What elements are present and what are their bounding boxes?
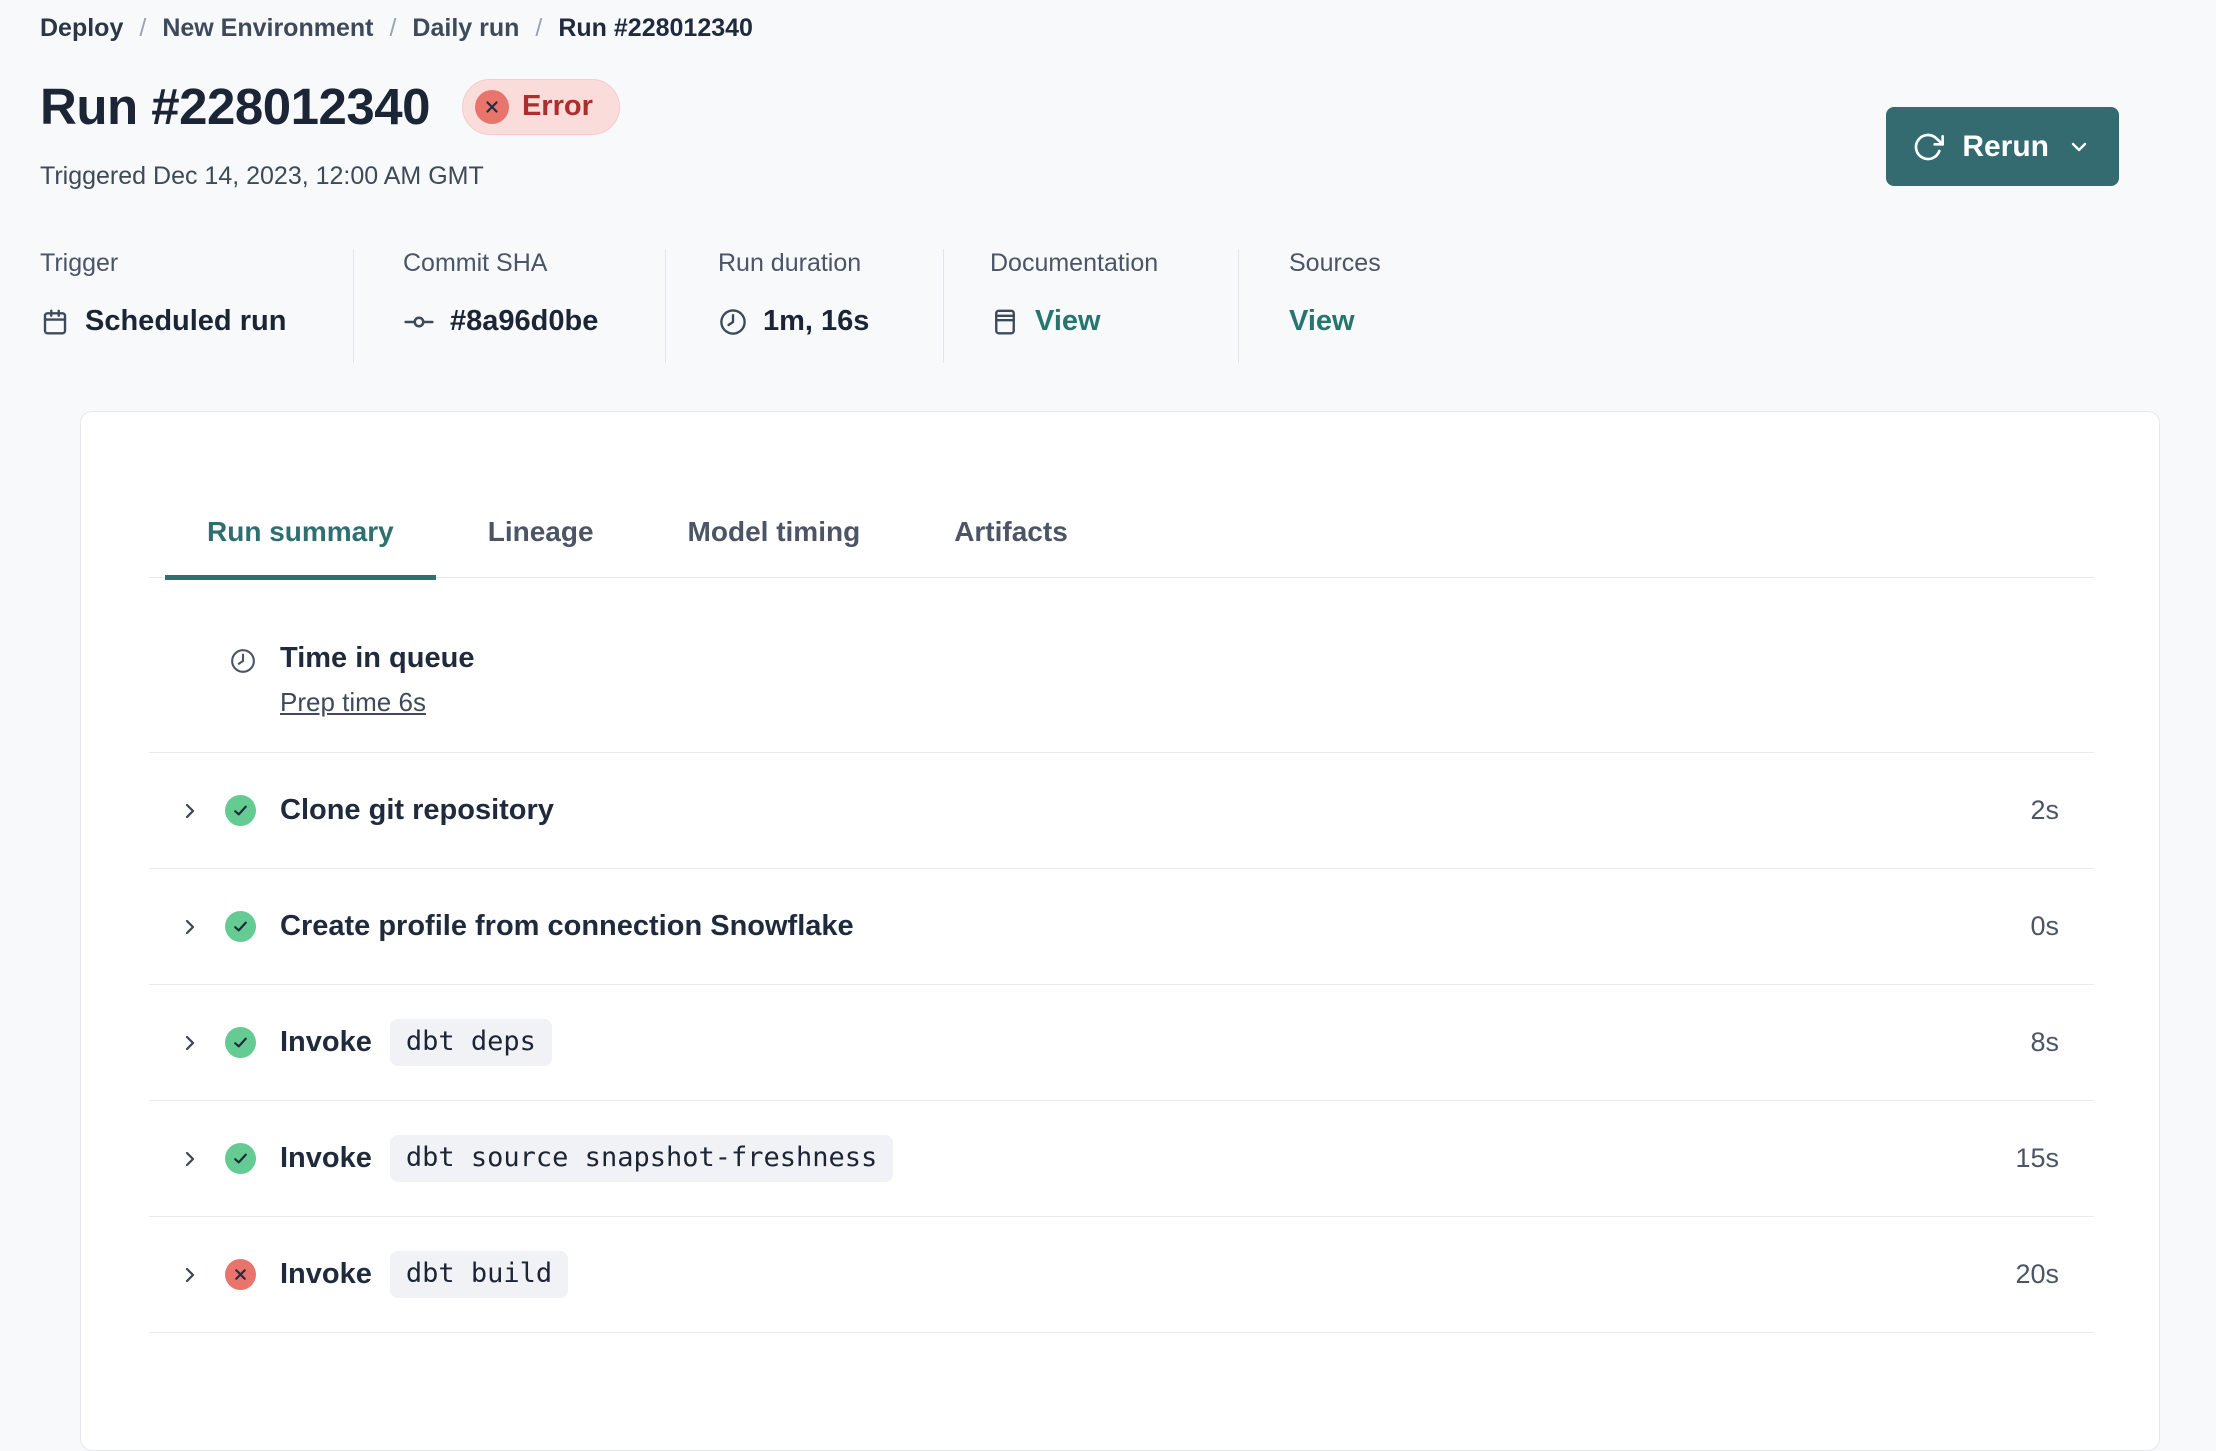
meta-sources: Sources View bbox=[1238, 249, 1381, 363]
error-icon bbox=[225, 1259, 256, 1290]
documentation-view-link[interactable]: View bbox=[1035, 305, 1101, 338]
chevron-right-icon[interactable] bbox=[178, 1147, 202, 1171]
step-row-dbt-build[interactable]: Invoke dbt build 20s bbox=[149, 1216, 2094, 1332]
status-badge-label: Error bbox=[521, 90, 593, 122]
step-label: Invoke bbox=[280, 1142, 372, 1174]
step-row-clone-git[interactable]: Clone git repository 2s bbox=[149, 752, 2094, 868]
tab-lineage[interactable]: Lineage bbox=[446, 506, 636, 580]
success-icon bbox=[225, 795, 256, 826]
step-command-chip: dbt build bbox=[389, 1251, 569, 1298]
breadcrumb-deploy[interactable]: Deploy bbox=[40, 14, 123, 43]
meta-documentation: Documentation View bbox=[943, 249, 1238, 363]
meta-commit-sha: Commit SHA #8a96d0be bbox=[353, 249, 665, 363]
breadcrumb-separator: / bbox=[139, 14, 147, 42]
meta-value-text: Scheduled run bbox=[85, 305, 287, 337]
sources-view-link[interactable]: View bbox=[1289, 305, 1355, 338]
success-icon bbox=[225, 1143, 256, 1174]
rerun-button-label: Rerun bbox=[1962, 129, 2049, 163]
step-duration: 2s bbox=[2030, 795, 2059, 825]
tab-bar: Run summary Lineage Model timing Artifac… bbox=[149, 506, 2094, 580]
rerun-button[interactable]: Rerun bbox=[1886, 107, 2119, 186]
refresh-icon bbox=[1912, 131, 1945, 163]
breadcrumb: Deploy / New Environment / Daily run / R… bbox=[40, 14, 2216, 43]
chevron-right-icon[interactable] bbox=[178, 799, 202, 823]
step-label: Invoke bbox=[280, 1026, 372, 1058]
meta-trigger: Trigger Scheduled run bbox=[40, 249, 353, 363]
meta-value-text: 1m, 16s bbox=[763, 305, 870, 337]
breadcrumb-separator: / bbox=[535, 14, 543, 42]
step-label: Create profile from connection Snowflake bbox=[280, 910, 854, 942]
page-title: Run #228012340 bbox=[40, 78, 430, 135]
success-icon bbox=[225, 1027, 256, 1058]
error-icon bbox=[474, 89, 509, 124]
step-row-dbt-deps[interactable]: Invoke dbt deps 8s bbox=[149, 984, 2094, 1100]
breadcrumb-separator: / bbox=[389, 14, 397, 42]
step-label: Clone git repository bbox=[280, 794, 554, 826]
tab-run-summary[interactable]: Run summary bbox=[165, 506, 436, 580]
step-duration: 8s bbox=[2030, 1027, 2059, 1057]
step-row-dbt-source-freshness[interactable]: Invoke dbt source snapshot-freshness 15s bbox=[149, 1100, 2094, 1216]
chevron-right-icon[interactable] bbox=[178, 915, 202, 939]
prep-time-link[interactable]: Prep time 6s bbox=[280, 687, 426, 718]
breadcrumb-environment[interactable]: New Environment bbox=[162, 14, 373, 43]
meta-label: Run duration bbox=[718, 249, 862, 277]
meta-label: Sources bbox=[1289, 249, 1381, 277]
step-row-create-profile[interactable]: Create profile from connection Snowflake… bbox=[149, 868, 2094, 984]
chevron-right-icon[interactable] bbox=[178, 1263, 202, 1287]
calendar-icon bbox=[40, 307, 70, 337]
success-icon bbox=[225, 911, 256, 942]
meta-run-duration: Run duration 1m, 16s bbox=[665, 249, 943, 363]
next-row-divider bbox=[149, 1332, 2094, 1349]
step-command-chip: dbt deps bbox=[389, 1019, 552, 1066]
step-label: Invoke bbox=[280, 1258, 372, 1290]
meta-label: Commit SHA bbox=[403, 249, 548, 277]
run-summary-card: Run summary Lineage Model timing Artifac… bbox=[80, 411, 2160, 1451]
commit-icon bbox=[403, 306, 435, 338]
book-icon bbox=[990, 307, 1020, 337]
step-duration: 15s bbox=[2015, 1143, 2059, 1173]
run-detail-page: Deploy / New Environment / Daily run / R… bbox=[0, 0, 2216, 1451]
clock-icon bbox=[718, 307, 748, 337]
clock-icon bbox=[229, 642, 257, 718]
chevron-down-icon[interactable] bbox=[2067, 135, 2091, 159]
step-duration: 20s bbox=[2015, 1259, 2059, 1289]
chevron-right-icon[interactable] bbox=[178, 1031, 202, 1055]
status-badge: Error bbox=[461, 78, 620, 135]
tab-artifacts[interactable]: Artifacts bbox=[912, 506, 1110, 580]
run-metadata: Trigger Scheduled run Commit SHA #8a96d0… bbox=[40, 249, 2216, 363]
meta-label: Trigger bbox=[40, 249, 119, 277]
time-in-queue-title: Time in queue bbox=[280, 642, 475, 674]
time-in-queue-section: Time in queue Prep time 6s bbox=[149, 578, 2094, 752]
step-command-chip: dbt source snapshot-freshness bbox=[389, 1135, 894, 1182]
breadcrumb-job[interactable]: Daily run bbox=[412, 14, 519, 43]
meta-value-text: #8a96d0be bbox=[450, 305, 599, 337]
meta-label: Documentation bbox=[990, 249, 1159, 277]
breadcrumb-run: Run #228012340 bbox=[558, 14, 753, 42]
tab-model-timing[interactable]: Model timing bbox=[646, 506, 903, 580]
step-duration: 0s bbox=[2030, 911, 2059, 941]
